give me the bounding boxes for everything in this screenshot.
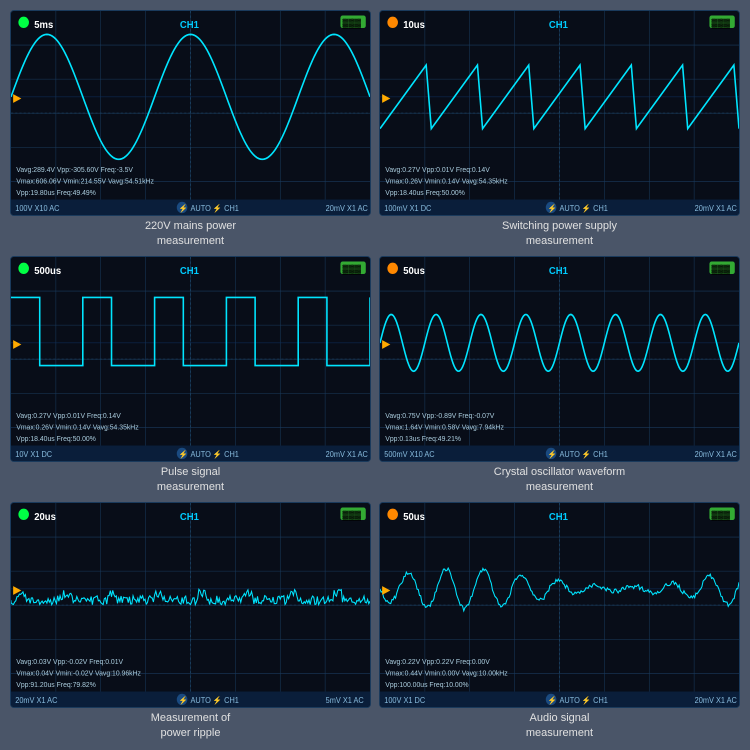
svg-text:5mV X1 AC: 5mV X1 AC (326, 696, 365, 705)
svg-text:500us: 500us (34, 266, 61, 277)
svg-text:▓▓▓: ▓▓▓ (712, 17, 731, 28)
svg-text:100V X10 AC: 100V X10 AC (15, 204, 60, 213)
svg-text:⚡: ⚡ (548, 450, 557, 459)
svg-text:▶: ▶ (13, 338, 22, 350)
scope-panel1: 5ms CH1 ▓▓▓ ▶ Vavg:289.4V Vpp:-305.60V F… (10, 10, 371, 216)
svg-text:⚡: ⚡ (548, 696, 557, 705)
svg-text:AUTO ⚡ CH1: AUTO ⚡ CH1 (560, 450, 608, 459)
panel-panel1: 5ms CH1 ▓▓▓ ▶ Vavg:289.4V Vpp:-305.60V F… (10, 10, 371, 248)
svg-text:CH1: CH1 (180, 20, 199, 31)
svg-text:10V X1 DC: 10V X1 DC (15, 450, 52, 459)
caption-panel2: Switching power supplymeasurement (502, 219, 617, 248)
svg-text:Vavg:0.75V Vpp:-0.89V Freq:-: Vavg:0.75V Vpp:-0.89V Freq:-0.07V (385, 412, 494, 420)
panel-panel6: 50us CH1 ▓▓▓ ▶ Vavg:0.22V Vpp:0.22V Freq… (379, 502, 740, 740)
svg-text:Vavg:0.22V Vpp:0.22V Freq:0.: Vavg:0.22V Vpp:0.22V Freq:0.00V (385, 658, 490, 666)
svg-text:▓▓▓: ▓▓▓ (343, 17, 362, 28)
svg-text:▶: ▶ (382, 92, 391, 104)
svg-text:20mV X1 AC: 20mV X1 AC (695, 696, 738, 705)
scope-panel3: 500us CH1 ▓▓▓ ▶ Vavg:0.27V Vpp:0.01V Fre… (10, 256, 371, 462)
svg-text:Vpp:91.20us Freq:79.82%: Vpp:91.20us Freq:79.82% (16, 681, 96, 689)
svg-text:Vpp:100.00us Freq:10.00%: Vpp:100.00us Freq:10.00% (385, 681, 469, 689)
main-grid: 5ms CH1 ▓▓▓ ▶ Vavg:289.4V Vpp:-305.60V F… (0, 0, 750, 750)
svg-text:▶: ▶ (382, 338, 391, 350)
svg-text:20mV X1 AC: 20mV X1 AC (695, 204, 738, 213)
svg-text:⚡: ⚡ (179, 696, 188, 705)
svg-text:Vmax:0.26V Vmin:0.14V Vavg:5: Vmax:0.26V Vmin:0.14V Vavg:54.35kHz (16, 423, 139, 431)
panel-panel5: 20us CH1 ▓▓▓ ▶ Vavg:0.03V Vpp:-0.02V Fre… (10, 502, 371, 740)
svg-text:20us: 20us (34, 512, 56, 523)
svg-text:▓▓▓: ▓▓▓ (343, 263, 362, 274)
svg-text:CH1: CH1 (180, 266, 199, 277)
scope-panel4: 50us CH1 ▓▓▓ ▶ Vavg:0.75V Vpp:-0.89V Fre… (379, 256, 740, 462)
svg-text:10us: 10us (403, 20, 425, 31)
svg-text:Vpp:19.80us Freq:49.49%: Vpp:19.80us Freq:49.49% (16, 189, 96, 197)
svg-text:AUTO ⚡ CH1: AUTO ⚡ CH1 (191, 204, 239, 213)
svg-text:⚡: ⚡ (179, 450, 188, 459)
caption-panel1: 220V mains powermeasurement (145, 219, 236, 248)
scope-panel2: 10us CH1 ▓▓▓ ▶ Vavg:0.27V Vpp:0.01V Freq… (379, 10, 740, 216)
svg-text:Vpp:18.40us Freq:50.00%: Vpp:18.40us Freq:50.00% (385, 189, 465, 197)
scope-panel6: 50us CH1 ▓▓▓ ▶ Vavg:0.22V Vpp:0.22V Freq… (379, 502, 740, 708)
svg-text:CH1: CH1 (549, 266, 568, 277)
panel-panel3: 500us CH1 ▓▓▓ ▶ Vavg:0.27V Vpp:0.01V Fre… (10, 256, 371, 494)
panel-panel2: 10us CH1 ▓▓▓ ▶ Vavg:0.27V Vpp:0.01V Freq… (379, 10, 740, 248)
svg-text:CH1: CH1 (180, 512, 199, 523)
svg-text:Vmax:1.64V Vmin:0.58V Vavg:7: Vmax:1.64V Vmin:0.58V Vavg:7.94kHz (385, 423, 504, 431)
svg-text:AUTO ⚡ CH1: AUTO ⚡ CH1 (560, 696, 608, 705)
svg-text:▶: ▶ (13, 584, 22, 596)
svg-text:▶: ▶ (382, 584, 391, 596)
svg-text:AUTO ⚡ CH1: AUTO ⚡ CH1 (191, 696, 239, 705)
svg-text:50us: 50us (403, 266, 425, 277)
svg-text:500mV X10 AC: 500mV X10 AC (384, 450, 435, 459)
svg-text:20mV X1 AC: 20mV X1 AC (15, 696, 58, 705)
svg-text:Vpp:18.40us Freq:50.00%: Vpp:18.40us Freq:50.00% (16, 435, 96, 443)
svg-text:AUTO ⚡ CH1: AUTO ⚡ CH1 (560, 204, 608, 213)
svg-text:Vavg:289.4V Vpp:-305.60V Fre: Vavg:289.4V Vpp:-305.60V Freq:-3.5V (16, 166, 133, 174)
svg-text:20mV X1 AC: 20mV X1 AC (695, 450, 738, 459)
svg-text:▶: ▶ (13, 92, 22, 104)
svg-text:CH1: CH1 (549, 20, 568, 31)
svg-text:▓▓▓: ▓▓▓ (343, 509, 362, 520)
svg-text:▓▓▓: ▓▓▓ (712, 263, 731, 274)
svg-text:100V X1 DC: 100V X1 DC (384, 696, 425, 705)
svg-text:⚡: ⚡ (179, 204, 188, 213)
caption-panel6: Audio signalmeasurement (526, 711, 593, 740)
svg-text:▓▓▓: ▓▓▓ (712, 509, 731, 520)
caption-panel5: Measurement ofpower ripple (151, 711, 230, 740)
svg-text:AUTO ⚡ CH1: AUTO ⚡ CH1 (191, 450, 239, 459)
svg-text:Vavg:0.27V Vpp:0.01V Freq:0.: Vavg:0.27V Vpp:0.01V Freq:0.14V (385, 166, 490, 174)
svg-text:Vpp:0.13us Freq:49.21%: Vpp:0.13us Freq:49.21% (385, 435, 461, 443)
caption-panel3: Pulse signalmeasurement (157, 465, 224, 494)
caption-panel4: Crystal oscillator waveformmeasurement (494, 465, 625, 494)
svg-text:Vmax:0.26V Vmin:0.14V Vavg:5: Vmax:0.26V Vmin:0.14V Vavg:54.35kHz (385, 177, 508, 185)
svg-text:Vmax:0.04V Vmin:-0.02V Vavg:: Vmax:0.04V Vmin:-0.02V Vavg:10.96kHz (16, 669, 141, 677)
scope-panel5: 20us CH1 ▓▓▓ ▶ Vavg:0.03V Vpp:-0.02V Fre… (10, 502, 371, 708)
svg-text:Vavg:0.03V Vpp:-0.02V Freq:0: Vavg:0.03V Vpp:-0.02V Freq:0.01V (16, 658, 123, 666)
svg-text:50us: 50us (403, 512, 425, 523)
svg-text:5ms: 5ms (34, 20, 54, 31)
svg-text:Vmax:606.06V Vmin:214.55V Va: Vmax:606.06V Vmin:214.55V Vavg:54.51kHz (16, 177, 154, 185)
svg-text:⚡: ⚡ (548, 204, 557, 213)
svg-text:20mV X1 AC: 20mV X1 AC (326, 204, 369, 213)
svg-text:Vmax:0.44V Vmin:0.00V Vavg:1: Vmax:0.44V Vmin:0.00V Vavg:10.00kHz (385, 669, 508, 677)
svg-text:100mV X1 DC: 100mV X1 DC (384, 204, 432, 213)
svg-text:Vavg:0.27V Vpp:0.01V Freq:0.: Vavg:0.27V Vpp:0.01V Freq:0.14V (16, 412, 121, 420)
svg-text:20mV X1 AC: 20mV X1 AC (326, 450, 369, 459)
svg-text:CH1: CH1 (549, 512, 568, 523)
panel-panel4: 50us CH1 ▓▓▓ ▶ Vavg:0.75V Vpp:-0.89V Fre… (379, 256, 740, 494)
